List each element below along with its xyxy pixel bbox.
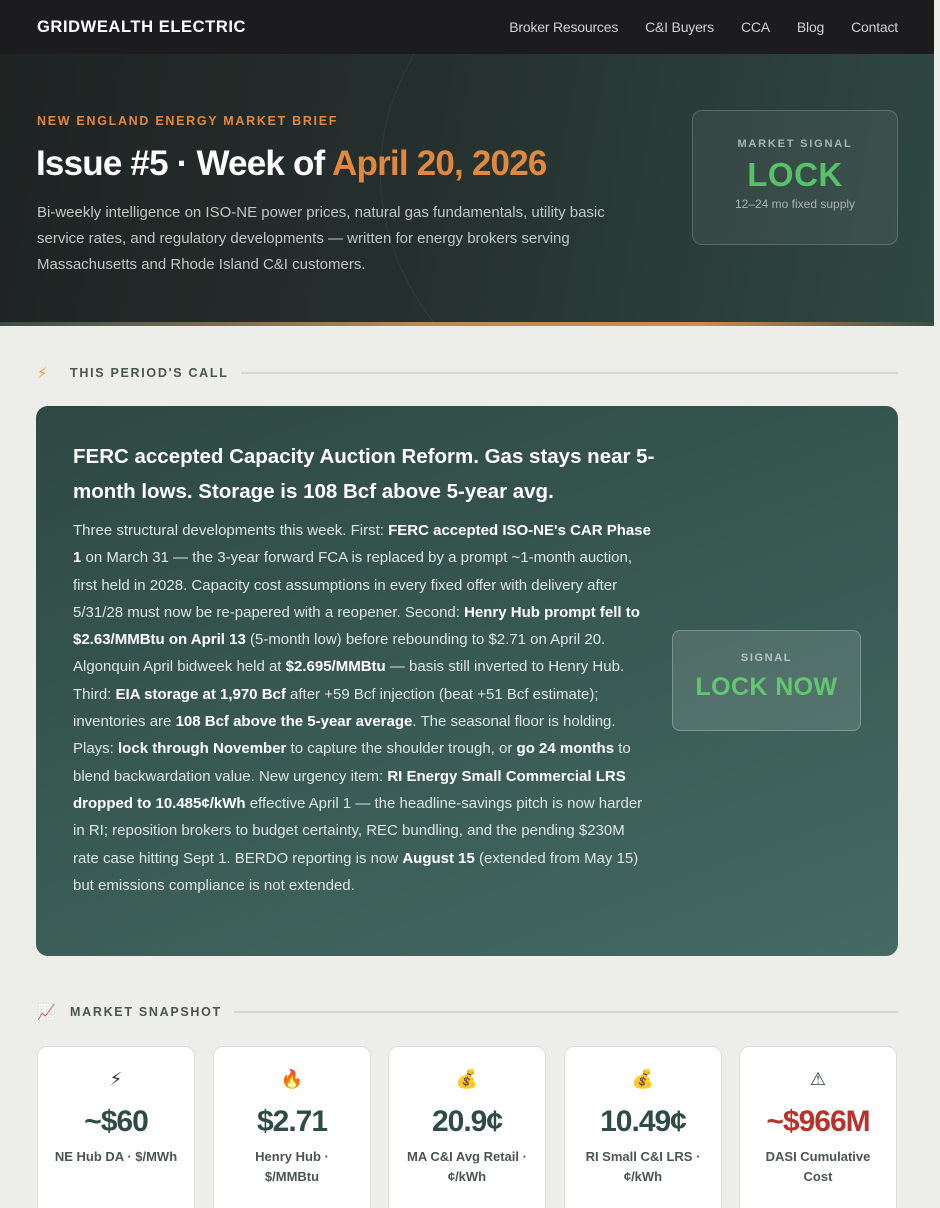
call-signal-value: LOCK NOW: [695, 673, 838, 701]
call-body-text: Three structural developments this week.…: [73, 522, 389, 539]
kpi-card-ma-retail: 💰 20.9¢ MA C&I Avg Retail · ¢/kWh: [388, 1046, 546, 1208]
kpi-value: 10.49¢: [600, 1105, 687, 1138]
nav-link-broker-resources[interactable]: Broker Resources: [509, 19, 618, 35]
fire-icon: 🔥: [280, 1069, 304, 1089]
kpi-card-henry-hub: 🔥 $2.71 Henry Hub · $/MMBtu: [213, 1046, 371, 1208]
kpi-label: RI Small C&I LRS · ¢/kWh: [585, 1149, 701, 1184]
call-body-highlight: $2.695/MMBtu: [285, 658, 386, 676]
kpi-value: $2.71: [256, 1105, 328, 1138]
market-snapshot-cards: ⚡ ~$60 NE Hub DA · $/MWh 🔥 $2.71 Henry H…: [37, 1046, 898, 1208]
call-section-title: THIS PERIOD'S CALL: [70, 366, 229, 380]
call-body-text: to capture the shoulder trough, or: [286, 740, 517, 758]
snapshot-section-title: MARKET SNAPSHOT: [70, 1005, 222, 1019]
title-date: April 20, 2026: [332, 144, 547, 183]
market-signal-label: MARKET SIGNAL: [737, 138, 853, 150]
call-body-highlight: lock through November: [118, 740, 287, 758]
nav-link-cca[interactable]: CCA: [741, 19, 770, 35]
call-body-highlight: August 15: [402, 849, 475, 867]
lightning-icon: ⚡: [109, 1069, 123, 1089]
hero-accent-bar: [0, 322, 934, 326]
kpi-card-ne-hub: ⚡ ~$60 NE Hub DA · $/MWh: [37, 1046, 195, 1208]
title-prefix: Issue #5 · Week of: [36, 144, 333, 183]
kpi-value: ~$966M: [766, 1105, 870, 1138]
kpi-label: Henry Hub · $/MMBtu: [255, 1149, 329, 1184]
hero-eyebrow: NEW ENGLAND ENERGY MARKET BRIEF: [37, 114, 339, 128]
kpi-value: ~$60: [84, 1105, 149, 1138]
money-bag-icon: 💰: [455, 1069, 479, 1089]
market-signal-value: LOCK: [747, 156, 843, 193]
call-signal-card: SIGNAL LOCK NOW: [672, 630, 861, 731]
nav-link-blog[interactable]: Blog: [797, 19, 824, 35]
kpi-label: NE Hub DA · $/MWh: [54, 1149, 178, 1164]
page-title: Issue #5 · Week of April 20, 2026: [36, 144, 547, 184]
kpi-label: MA C&I Avg Retail · ¢/kWh: [407, 1149, 527, 1184]
call-body-highlight: 108 Bcf above the 5-year average: [175, 713, 413, 731]
top-nav: GRIDWEALTH ELECTRIC Broker Resources C&I…: [0, 0, 934, 54]
market-signal-sub: 12–24 mo fixed supply: [734, 197, 856, 211]
kpi-card-ri-lrs: 💰 10.49¢ RI Small C&I LRS · ¢/kWh: [564, 1046, 722, 1208]
money-bag-icon: 💰: [631, 1069, 655, 1089]
kpi-value: 20.9¢: [431, 1105, 503, 1138]
snapshot-section-header: 📈 MARKET SNAPSHOT: [37, 1003, 898, 1021]
nav-links: Broker Resources C&I Buyers CCA Blog Con…: [482, 19, 898, 35]
nav-link-contact[interactable]: Contact: [851, 19, 898, 35]
hero-description: Bi-weekly intelligence on ISO-NE power p…: [37, 204, 605, 273]
hero-banner: NEW ENGLAND ENERGY MARKET BRIEF Issue #5…: [0, 54, 934, 326]
call-body-highlight: go 24 months: [516, 740, 615, 758]
call-signal-label: SIGNAL: [740, 652, 793, 664]
brand-logo[interactable]: GRIDWEALTH ELECTRIC: [37, 18, 246, 37]
market-signal-card: MARKET SIGNAL LOCK 12–24 mo fixed supply: [692, 110, 898, 245]
period-call-card: FERC accepted Capacity Auction Reform. G…: [36, 406, 898, 956]
kpi-label: DASI Cumulative Cost: [765, 1149, 871, 1184]
divider: [233, 1011, 898, 1013]
kpi-card-dasi: ⚠ ~$966M DASI Cumulative Cost: [739, 1046, 897, 1208]
chart-increasing-icon: 📈: [37, 1004, 56, 1021]
call-section-header: ⚡ THIS PERIOD'S CALL: [37, 364, 898, 382]
divider: [240, 372, 898, 374]
nav-link-ci-buyers[interactable]: C&I Buyers: [645, 19, 714, 35]
warning-icon: ⚠: [809, 1069, 827, 1089]
call-title: FERC accepted Capacity Auction Reform. G…: [73, 445, 655, 503]
call-body-highlight: EIA storage at 1,970 Bcf: [115, 685, 286, 703]
call-body: Three structural developments this week.…: [73, 517, 653, 899]
lightning-icon: ⚡: [37, 365, 48, 382]
